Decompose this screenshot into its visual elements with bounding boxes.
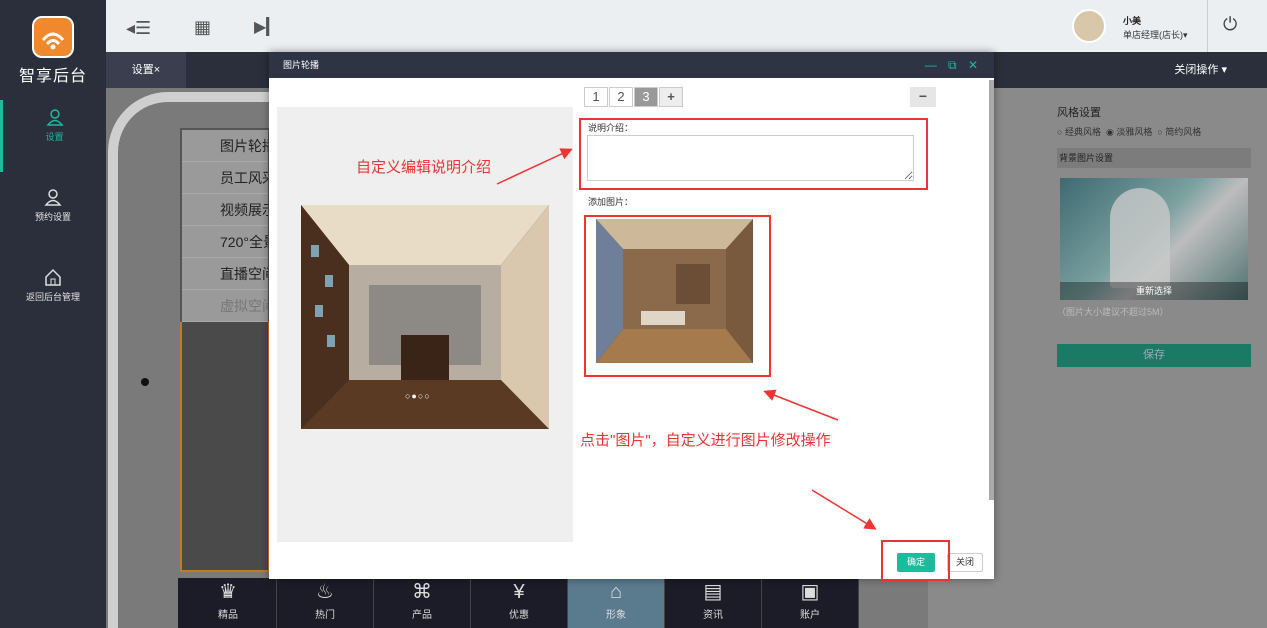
nav-item-offers[interactable]: ¥ 优惠 bbox=[471, 578, 568, 628]
radio-classic[interactable]: ○ 经典风格 bbox=[1057, 127, 1101, 137]
tab-3[interactable]: 3 bbox=[634, 87, 658, 107]
add-tab-button[interactable]: + bbox=[659, 87, 683, 107]
image-tabs: 1 2 3 + bbox=[584, 87, 684, 107]
id-card-icon: ▣ bbox=[800, 581, 820, 603]
style-options[interactable]: ○ 经典风格 ◉ 淡雅风格 ○ 简约风格 bbox=[1057, 125, 1201, 138]
nav-item-news[interactable]: ▤ 资讯 bbox=[665, 578, 762, 628]
logo-text: 智享后台 bbox=[18, 68, 87, 85]
carousel-dots[interactable]: ○●○○ bbox=[405, 391, 431, 401]
sidebar-item-label: 预约设置 bbox=[34, 212, 71, 222]
close-icon[interactable]: × bbox=[154, 64, 160, 76]
grid-icon: ⌘ bbox=[412, 581, 432, 603]
modal-title: 图片轮播 bbox=[269, 52, 994, 78]
tab-settings[interactable]: 设置× bbox=[106, 52, 186, 88]
close-button[interactable]: 关闭 bbox=[947, 553, 983, 572]
power-icon[interactable]: ⏻ bbox=[1223, 14, 1237, 35]
divider bbox=[1207, 0, 1208, 52]
radio-simple[interactable]: ○ 简约风格 bbox=[1157, 127, 1201, 137]
reselect-button[interactable]: 重新选择 bbox=[1060, 282, 1248, 300]
list-item[interactable]: 图片轮播 bbox=[182, 130, 268, 162]
collapse-menu-icon[interactable]: ◂☰ bbox=[126, 18, 151, 39]
style-title: 风格设置 bbox=[1057, 107, 1101, 119]
nav-item-account[interactable]: ▣ 账户 bbox=[762, 578, 859, 628]
list-item[interactable]: 视频展示 bbox=[182, 194, 268, 226]
ticket-icon: ¥ bbox=[513, 581, 525, 603]
home-icon bbox=[45, 268, 61, 286]
bg-figure bbox=[1110, 188, 1170, 288]
document-icon: ▤ bbox=[703, 581, 723, 603]
radio-elegant[interactable]: ◉ 淡雅风格 bbox=[1106, 127, 1152, 137]
annotation-edit-image: 点击"图片"，自定义进行图片修改操作 bbox=[580, 432, 831, 449]
video-icon[interactable]: ▶▎ bbox=[254, 17, 279, 37]
sidebar-item-label: 返回后台管理 bbox=[25, 292, 80, 302]
user-icon bbox=[45, 109, 64, 126]
list-item[interactable]: 直播空间 bbox=[182, 258, 268, 290]
crown-icon: ♛ bbox=[219, 581, 237, 603]
user-role[interactable]: 单店经理(店长)▾ bbox=[1123, 28, 1188, 41]
carousel-preview-image: ○●○○ bbox=[301, 205, 549, 429]
grid-icon[interactable]: ▦ bbox=[194, 17, 211, 38]
annotation-edit-description: 自定义编辑说明介绍 bbox=[356, 159, 492, 176]
flame-icon: ♨ bbox=[316, 581, 334, 603]
user-name: 小美 bbox=[1123, 16, 1142, 26]
size-hint: （图片大小建议不超过5M） bbox=[1057, 307, 1169, 317]
logo-icon bbox=[32, 16, 74, 58]
user-icon bbox=[44, 189, 62, 206]
phone-home-dot bbox=[141, 378, 149, 386]
phone-menu-list: 图片轮播 员工风采 视频展示 720°全景 直播空间 虚拟空间 bbox=[180, 128, 270, 328]
sidebar-item-back-admin[interactable]: 返回后台管理 bbox=[0, 268, 106, 303]
tab-1[interactable]: 1 bbox=[584, 87, 608, 107]
modal-window-controls[interactable]: — ⧉ ✕ bbox=[925, 52, 982, 78]
nav-item-products[interactable]: ⌘ 产品 bbox=[374, 578, 471, 628]
modal-scrollbar[interactable] bbox=[989, 80, 994, 500]
style-panel: 风格设置 ○ 经典风格 ◉ 淡雅风格 ○ 简约风格 背景图片设置 重新选择 （图… bbox=[1048, 94, 1260, 428]
nav-item-image[interactable]: ⌂ 形象 bbox=[568, 578, 665, 628]
sidebar-item-label: 设置 bbox=[45, 132, 64, 142]
close-operations-button[interactable]: 关闭操作 ▾ bbox=[1174, 52, 1227, 88]
avatar[interactable] bbox=[1072, 9, 1106, 43]
nav-item-boutique[interactable]: ♛ 精品 bbox=[180, 578, 277, 628]
save-button[interactable]: 保存 bbox=[1057, 344, 1251, 367]
highlight-description bbox=[579, 118, 928, 190]
phone-screen bbox=[180, 322, 270, 572]
bg-image-preview[interactable]: 重新选择 bbox=[1060, 178, 1248, 300]
list-item[interactable]: 720°全景 bbox=[182, 226, 268, 258]
remove-tab-button[interactable]: − bbox=[910, 87, 936, 107]
bg-image-label: 背景图片设置 bbox=[1057, 148, 1251, 168]
list-item[interactable]: 员工风采 bbox=[182, 162, 268, 194]
highlight-image bbox=[584, 215, 771, 377]
sidebar-item-settings[interactable]: 设置 bbox=[0, 100, 106, 172]
sidebar-item-booking[interactable]: 预约设置 bbox=[0, 188, 106, 223]
add-image-label: 添加图片： bbox=[588, 197, 634, 207]
left-sidebar bbox=[0, 0, 106, 628]
list-item[interactable]: 虚拟空间 bbox=[182, 290, 268, 322]
highlight-confirm bbox=[881, 540, 950, 581]
nav-item-hot[interactable]: ♨ 热门 bbox=[277, 578, 374, 628]
tab-2[interactable]: 2 bbox=[609, 87, 633, 107]
store-icon: ⌂ bbox=[609, 581, 623, 603]
